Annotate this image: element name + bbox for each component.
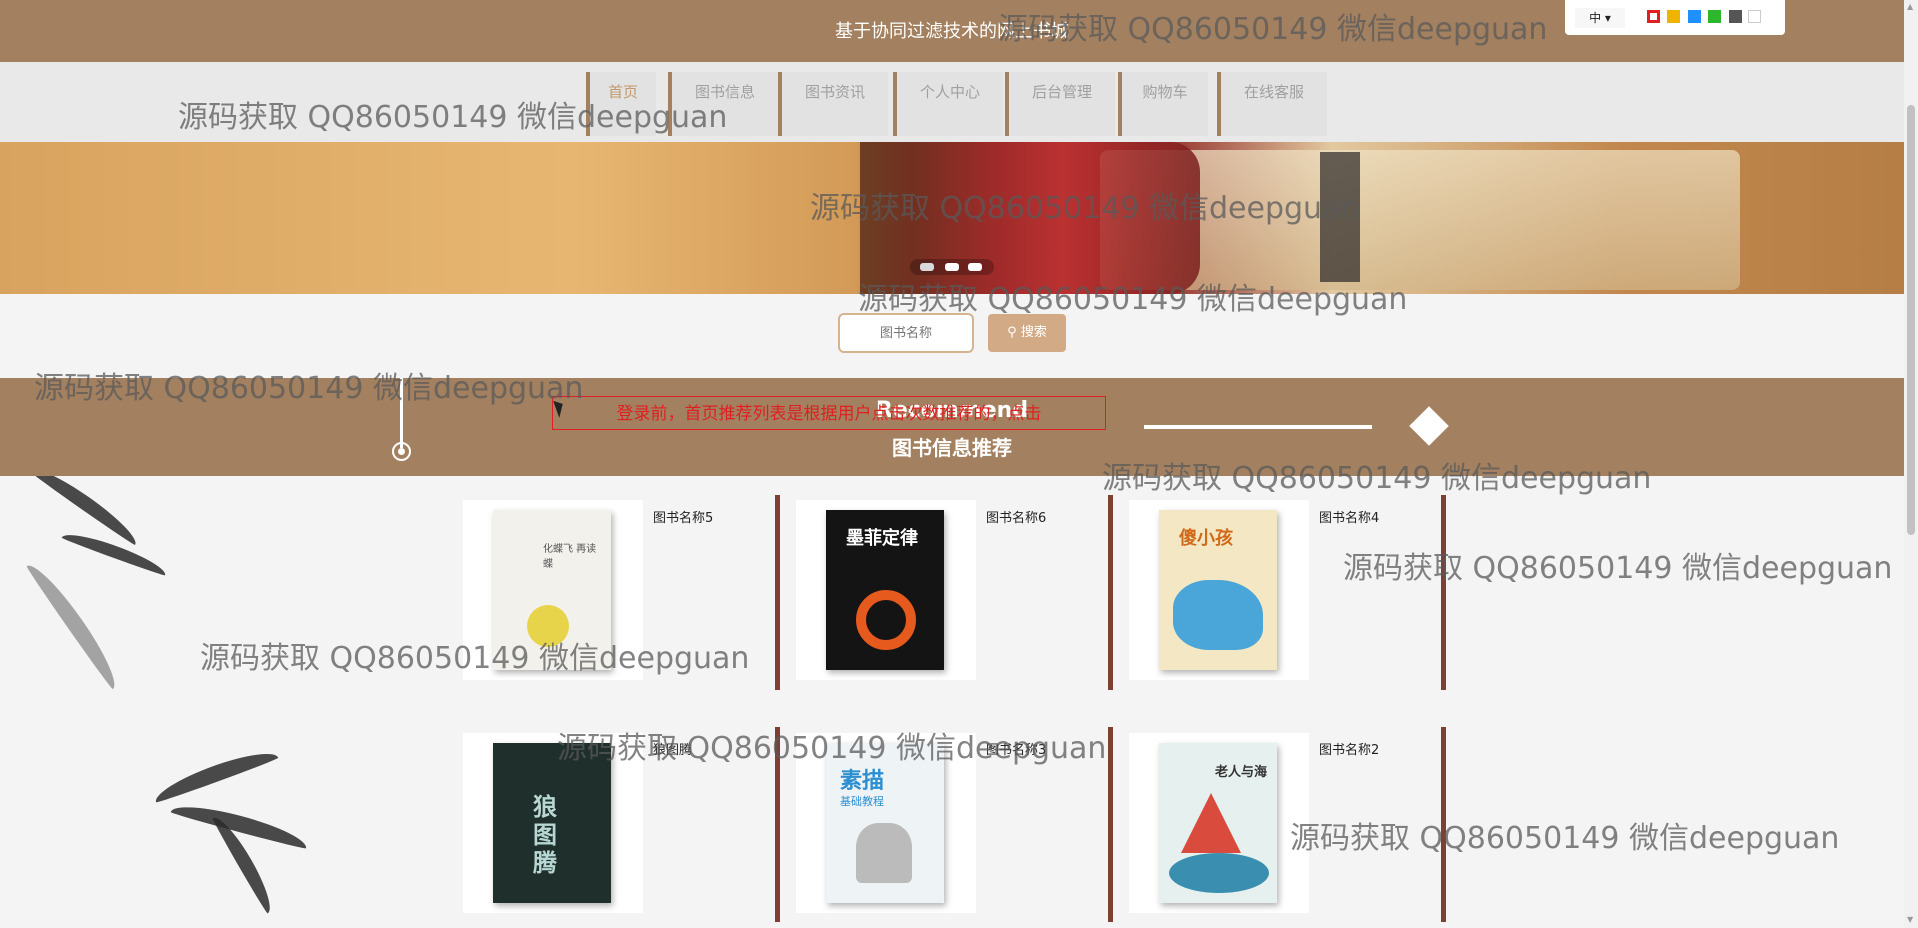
book-cover: 狼图腾 (493, 743, 611, 903)
book-cover: 老人与海 (1159, 743, 1277, 903)
bamboo-decoration (0, 476, 320, 928)
search-icon: ⚲ (1007, 325, 1017, 340)
bamboo-leaf (151, 744, 279, 804)
card-divider (1108, 727, 1113, 922)
carousel-dot-1[interactable] (920, 263, 934, 271)
book-name[interactable]: 图书名称2 (1319, 739, 1379, 758)
theme-swatch-green[interactable] (1708, 10, 1721, 23)
bamboo-leaf (25, 557, 125, 691)
theme-swatch-blue[interactable] (1688, 10, 1701, 23)
watermark-text: 源码获取 QQ86050149 微信deepguan (998, 12, 1548, 47)
nav-admin[interactable]: 后台管理 (1005, 72, 1115, 136)
watermark-text: 源码获取 QQ86050149 微信deepguan (1343, 551, 1893, 586)
theme-swatch-red[interactable] (1647, 10, 1660, 23)
book-card-image[interactable]: 墨菲定律 (796, 500, 976, 680)
theme-swatch-yellow[interactable] (1667, 10, 1680, 23)
recommend-notice: 登录前，首页推荐列表是根据用户点击次数推荐的，点击 (552, 396, 1106, 430)
nav-book-news[interactable]: 图书资讯 (778, 72, 888, 136)
theme-swatch-white[interactable] (1748, 10, 1761, 23)
vertical-scrollbar[interactable]: ▲ ▼ (1904, 0, 1918, 928)
search-button[interactable]: ⚲ 搜索 (988, 314, 1066, 352)
carousel-dot-3[interactable] (968, 263, 982, 271)
scroll-up-icon[interactable]: ▲ (1907, 2, 1915, 11)
decor-horizontal-line (1144, 425, 1372, 429)
watermark-text: 源码获取 QQ86050149 微信deepguan (200, 641, 750, 676)
top-header: 基于协同过滤技术的网上书城 中 ▾ (0, 0, 1904, 62)
language-select[interactable]: 中 ▾ (1575, 8, 1625, 28)
book-cover: 傻小孩 (1159, 510, 1277, 670)
bamboo-leaf (61, 527, 169, 577)
search-button-label: 搜索 (1020, 325, 1047, 340)
watermark-text: 源码获取 QQ86050149 微信deepguan (34, 371, 584, 406)
book-name[interactable]: 图书名称6 (986, 507, 1046, 526)
bamboo-leaf (27, 476, 143, 547)
watermark-text: 源码获取 QQ86050149 微信deepguan (1290, 821, 1840, 856)
watermark-text: 源码获取 QQ86050149 微信deepguan (178, 100, 728, 135)
carousel-dot-2[interactable] (945, 263, 959, 271)
scroll-down-icon[interactable]: ▼ (1907, 915, 1915, 924)
book-card-image[interactable]: 傻小孩 (1129, 500, 1309, 680)
theme-language-panel: 中 ▾ (1565, 0, 1785, 35)
scrollbar-thumb[interactable] (1907, 105, 1915, 535)
card-divider (775, 495, 780, 690)
watermark-text: 源码获取 QQ86050149 微信deepguan (557, 731, 1107, 766)
theme-swatch-gray[interactable] (1729, 10, 1742, 23)
watermark-text: 源码获取 QQ86050149 微信deepguan (810, 191, 1360, 226)
watermark-text: 源码获取 QQ86050149 微信deepguan (858, 282, 1408, 317)
watermark-text: 源码获取 QQ86050149 微信deepguan (1102, 461, 1652, 496)
book-cover: 墨菲定律 (826, 510, 944, 670)
card-divider (1108, 495, 1113, 690)
card-divider (1441, 495, 1446, 690)
book-name[interactable]: 图书名称4 (1319, 507, 1379, 526)
book-search-input[interactable] (838, 313, 974, 353)
book-card-image[interactable]: 老人与海 (1129, 733, 1309, 913)
nav-cart[interactable]: 购物车 (1118, 72, 1208, 136)
nav-personal-center[interactable]: 个人中心 (893, 72, 1003, 136)
language-value: 中 (1589, 11, 1602, 25)
nav-customer-service[interactable]: 在线客服 (1217, 72, 1327, 136)
carousel-indicators (910, 259, 994, 275)
book-cover: 素描 基础教程 (826, 743, 944, 903)
book-name[interactable]: 图书名称5 (653, 507, 713, 526)
